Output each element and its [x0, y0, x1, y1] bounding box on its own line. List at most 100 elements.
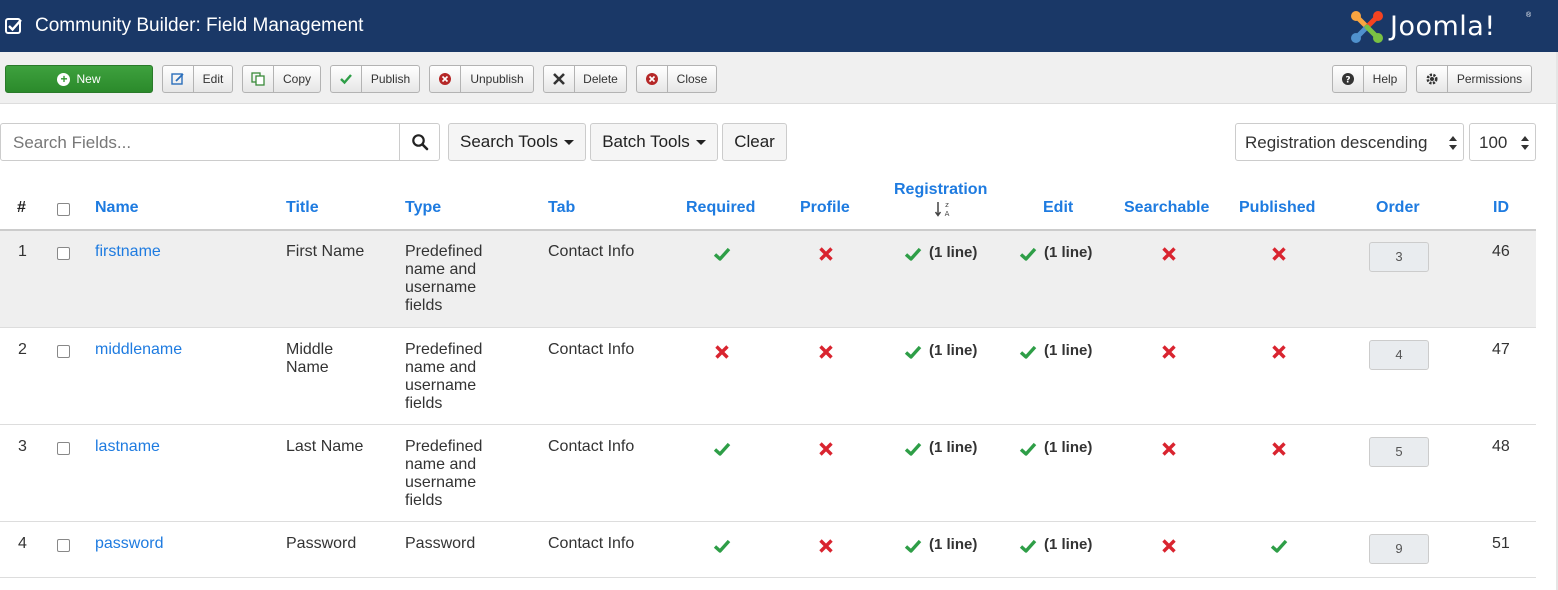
check-icon	[331, 66, 362, 92]
field-name-link[interactable]: lastname	[95, 438, 160, 456]
published-cross-icon[interactable]	[1270, 343, 1288, 361]
profile-cross-icon[interactable]	[817, 440, 835, 458]
field-name-link[interactable]: firstname	[95, 243, 161, 261]
column-header-required[interactable]: Required	[686, 199, 755, 217]
new-button[interactable]: + New	[5, 65, 153, 93]
column-header-registration[interactable]: Registration	[894, 181, 987, 199]
column-header-searchable[interactable]: Searchable	[1124, 199, 1209, 217]
field-type: Password	[405, 535, 476, 552]
edit-button[interactable]: Edit	[162, 65, 233, 93]
registration-value: (1 line)	[929, 244, 978, 261]
field-id: 51	[1492, 535, 1510, 552]
limit-select[interactable]: 100	[1469, 123, 1536, 161]
published-cross-icon[interactable]	[1270, 245, 1288, 263]
search-tools-button[interactable]: Search Tools	[448, 123, 586, 161]
row-checkbox[interactable]	[57, 539, 70, 552]
joomla-logo-icon	[1351, 11, 1383, 43]
new-button-label: New	[76, 72, 101, 86]
row-number: 3	[18, 438, 27, 455]
field-title: Middle Name	[286, 341, 334, 376]
required-check-icon[interactable]	[713, 245, 731, 263]
edit-check-icon[interactable]	[1019, 440, 1037, 458]
sort-descending-icon: z A	[935, 201, 950, 218]
row-checkbox[interactable]	[57, 442, 70, 455]
edit-value: (1 line)	[1044, 342, 1093, 359]
search-button[interactable]	[399, 123, 440, 161]
registration-check-icon[interactable]	[904, 537, 922, 555]
svg-text:?: ?	[1345, 76, 1350, 86]
column-header-order[interactable]: Order	[1376, 199, 1420, 217]
batch-tools-button[interactable]: Batch Tools	[590, 123, 718, 161]
row-checkbox[interactable]	[57, 247, 70, 260]
registration-check-icon[interactable]	[904, 440, 922, 458]
logo-wordmark: Joomla!	[1390, 11, 1496, 42]
searchable-cross-icon[interactable]	[1160, 245, 1178, 263]
field-id: 46	[1492, 243, 1510, 260]
published-cross-icon[interactable]	[1270, 440, 1288, 458]
plus-circle-icon: +	[57, 72, 71, 86]
searchable-cross-icon[interactable]	[1160, 440, 1178, 458]
column-header-edit[interactable]: Edit	[1043, 199, 1073, 217]
select-all-checkbox[interactable]	[57, 203, 70, 216]
close-button[interactable]: Close	[636, 65, 717, 93]
help-button-label: Help	[1372, 72, 1398, 86]
help-button[interactable]: ? Help	[1332, 65, 1407, 93]
permissions-button[interactable]: Permissions	[1416, 65, 1532, 93]
registration-check-icon[interactable]	[904, 245, 922, 263]
field-tab: Contact Info	[548, 438, 635, 455]
table-row[interactable]	[0, 327, 1536, 424]
order-input[interactable]: 3	[1369, 242, 1429, 272]
profile-cross-icon[interactable]	[817, 537, 835, 555]
required-cross-icon[interactable]	[713, 343, 731, 361]
edit-check-icon[interactable]	[1019, 343, 1037, 361]
delete-button[interactable]: Delete	[543, 65, 627, 93]
copy-icon	[243, 66, 274, 92]
search-input[interactable]: Search Fields...	[0, 123, 400, 161]
table-row[interactable]	[0, 229, 1536, 327]
published-check-icon[interactable]	[1270, 537, 1288, 555]
column-header-profile[interactable]: Profile	[800, 199, 850, 217]
required-check-icon[interactable]	[713, 537, 731, 555]
field-name-link[interactable]: password	[95, 535, 163, 553]
copy-button[interactable]: Copy	[242, 65, 321, 93]
searchable-cross-icon[interactable]	[1160, 343, 1178, 361]
registration-check-icon[interactable]	[904, 343, 922, 361]
ordering-select[interactable]: Registration descending	[1235, 123, 1464, 161]
order-input[interactable]: 9	[1369, 534, 1429, 564]
edit-check-icon[interactable]	[1019, 537, 1037, 555]
caret-down-icon	[563, 139, 574, 145]
batch-tools-label: Batch Tools	[602, 132, 690, 151]
profile-cross-icon[interactable]	[817, 245, 835, 263]
column-header-type[interactable]: Type	[405, 199, 441, 217]
gear-icon	[1417, 66, 1448, 92]
profile-cross-icon[interactable]	[817, 343, 835, 361]
row-number: 2	[18, 341, 27, 358]
select-arrows-icon	[1449, 136, 1457, 150]
row-checkbox[interactable]	[57, 345, 70, 358]
registration-value: (1 line)	[929, 439, 978, 456]
app-header: Community Builder: Field Management Joom…	[0, 0, 1558, 52]
delete-x-icon	[544, 66, 575, 92]
edit-check-icon[interactable]	[1019, 245, 1037, 263]
field-tab: Contact Info	[548, 243, 635, 260]
svg-text:z: z	[945, 201, 949, 209]
publish-button[interactable]: Publish	[330, 65, 420, 93]
required-check-icon[interactable]	[713, 440, 731, 458]
table-row[interactable]	[0, 424, 1536, 521]
clear-button[interactable]: Clear	[722, 123, 787, 161]
column-header-published[interactable]: Published	[1239, 199, 1315, 217]
column-header-id[interactable]: ID	[1493, 199, 1509, 217]
question-icon: ?	[1333, 66, 1364, 92]
select-arrows-icon	[1521, 136, 1529, 150]
order-input[interactable]: 4	[1369, 340, 1429, 370]
joomla-logo[interactable]: Joomla! ®	[1348, 6, 1538, 48]
unpublish-button[interactable]: Unpublish	[429, 65, 534, 93]
table-row[interactable]	[0, 521, 1536, 577]
search-tools-label: Search Tools	[460, 132, 558, 151]
column-header-title[interactable]: Title	[286, 199, 319, 217]
field-name-link[interactable]: middlename	[95, 341, 182, 359]
column-header-tab[interactable]: Tab	[548, 199, 575, 217]
column-header-name[interactable]: Name	[95, 199, 139, 217]
searchable-cross-icon[interactable]	[1160, 537, 1178, 555]
order-input[interactable]: 5	[1369, 437, 1429, 467]
